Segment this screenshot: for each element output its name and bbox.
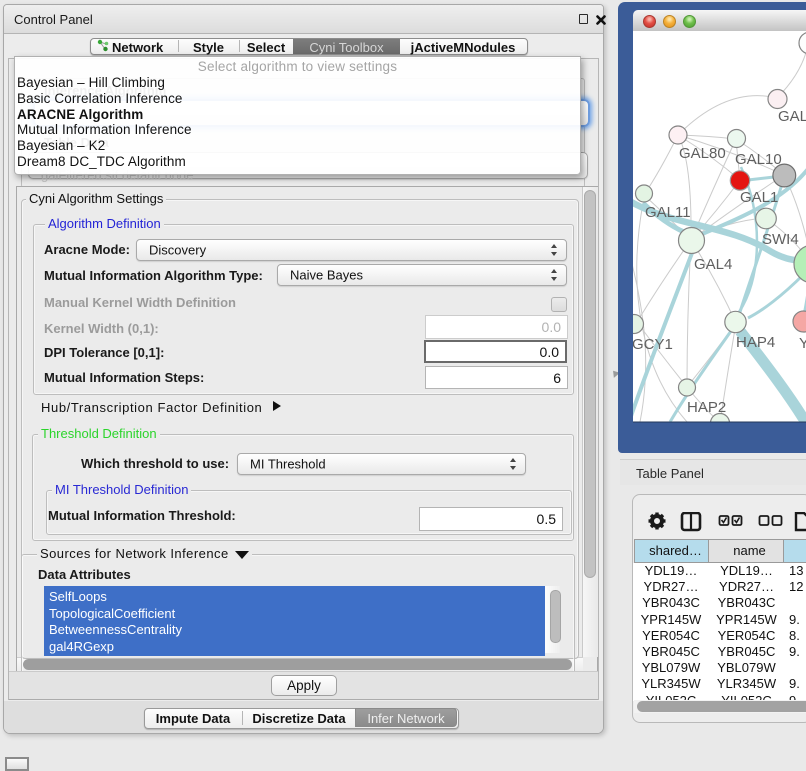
svg-text:Y: Y	[799, 335, 806, 352]
svg-text:HAP2: HAP2	[687, 399, 726, 416]
svg-text:GAL11: GAL11	[645, 204, 691, 221]
svg-text:GAL80: GAL80	[679, 145, 726, 162]
svg-text:GAL10: GAL10	[735, 151, 782, 168]
svg-text:GAL: GAL	[778, 108, 806, 125]
svg-text:HAP4: HAP4	[736, 334, 775, 351]
svg-text:GAL1: GAL1	[740, 189, 778, 206]
svg-text:GCY1: GCY1	[633, 336, 673, 353]
svg-text:SWI4: SWI4	[762, 231, 799, 248]
svg-text:GAL4: GAL4	[694, 256, 732, 273]
